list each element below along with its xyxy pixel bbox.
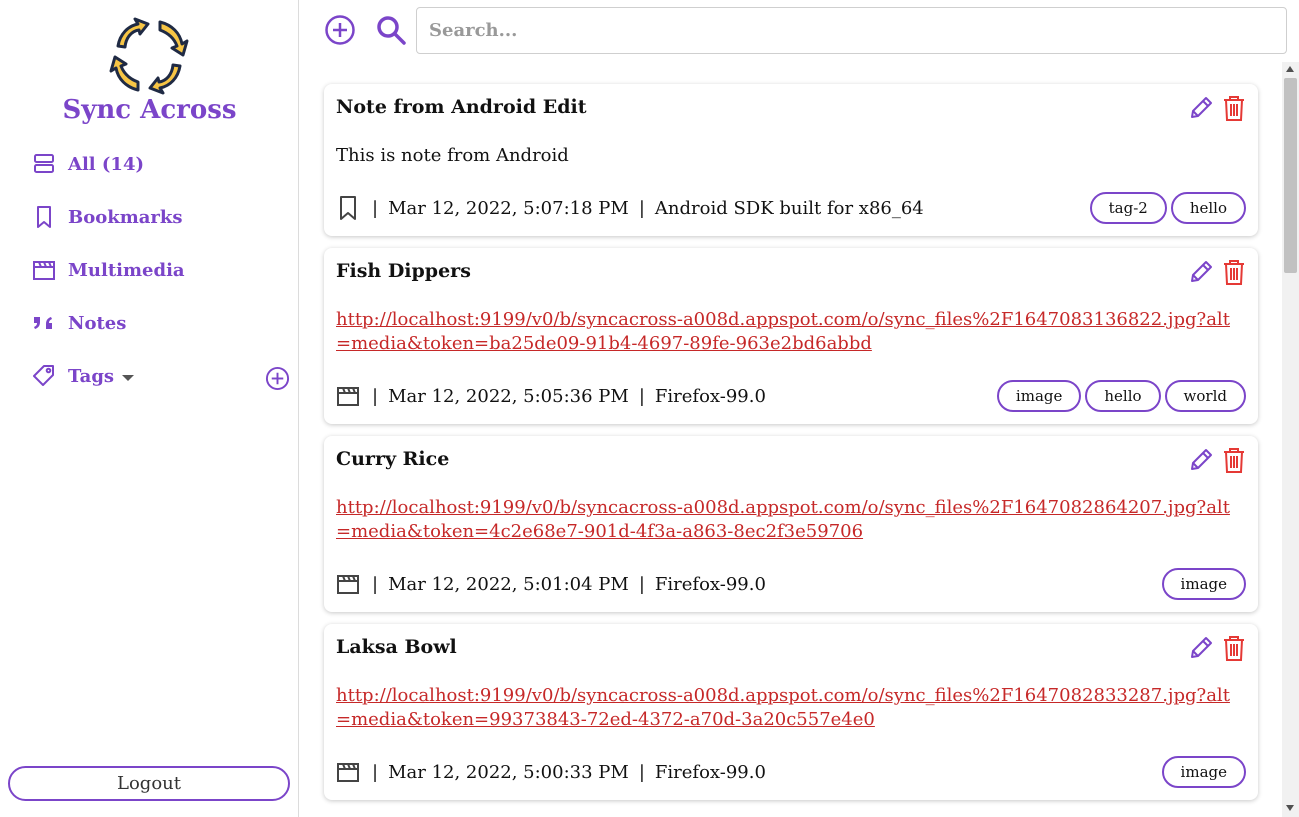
tag-chip[interactable]: hello — [1085, 380, 1161, 412]
item-card: Curry Rice http://localhost:9199/v0/b/sy… — [324, 436, 1258, 612]
item-device: Firefox-99.0 — [654, 573, 766, 595]
pencil-icon[interactable] — [1188, 635, 1214, 661]
scroll-down-icon[interactable] — [1286, 805, 1294, 811]
item-list: Note from Android Edit This is note from… — [312, 62, 1282, 817]
sidebar-item-multimedia[interactable]: Multimedia — [30, 255, 185, 285]
scrollbar[interactable] — [1282, 62, 1299, 817]
sidebar-item-bookmarks[interactable]: Bookmarks — [30, 202, 183, 232]
tag-chip[interactable]: image — [1161, 568, 1246, 600]
item-tags: tag-2 hello — [1089, 192, 1246, 224]
clapperboard-icon — [336, 759, 360, 785]
quote-icon — [30, 309, 58, 337]
item-card: Fish Dippers http://localhost:9199/v0/b/… — [324, 248, 1258, 424]
pencil-icon[interactable] — [1188, 259, 1214, 285]
app-title: Sync Across — [62, 95, 237, 125]
chevron-down-icon[interactable] — [122, 374, 135, 381]
scroll-up-icon[interactable] — [1286, 66, 1294, 72]
item-date: Mar 12, 2022, 5:05:36 PM — [388, 385, 629, 407]
clapperboard-icon — [30, 256, 58, 284]
item-title: Laksa Bowl — [336, 636, 457, 658]
logout-button[interactable]: Logout — [8, 766, 290, 801]
sidebar-item-label: Bookmarks — [68, 206, 183, 228]
sidebar-item-tags[interactable]: Tags — [30, 361, 135, 391]
item-card: Note from Android Edit This is note from… — [324, 84, 1258, 236]
item-body: This is note from Android — [336, 145, 569, 166]
trash-icon[interactable] — [1222, 94, 1246, 122]
trash-icon[interactable] — [1222, 258, 1246, 286]
add-tag-icon[interactable] — [265, 366, 290, 391]
tag-chip[interactable]: image — [1161, 756, 1246, 788]
sync-logo-icon — [109, 17, 189, 95]
sidebar-item-all[interactable]: All (14) — [30, 149, 144, 179]
item-meta: | Mar 12, 2022, 5:00:33 PM | Firefox-99.0 — [336, 756, 776, 788]
item-body: http://localhost:9199/v0/b/syncacross-a0… — [336, 308, 1241, 356]
item-body: http://localhost:9199/v0/b/syncacross-a0… — [336, 684, 1241, 732]
item-tags: image — [1161, 756, 1246, 788]
pencil-icon[interactable] — [1188, 95, 1214, 121]
trash-icon[interactable] — [1222, 634, 1246, 662]
bookmark-icon — [336, 195, 360, 221]
clapperboard-icon — [336, 571, 360, 597]
trash-icon[interactable] — [1222, 446, 1246, 474]
item-meta: | Mar 12, 2022, 5:05:36 PM | Firefox-99.0 — [336, 380, 776, 412]
item-title: Curry Rice — [336, 448, 450, 470]
media-link[interactable]: http://localhost:9199/v0/b/syncacross-a0… — [336, 685, 1230, 730]
item-card: Laksa Bowl http://localhost:9199/v0/b/sy… — [324, 624, 1258, 800]
item-title: Fish Dippers — [336, 260, 471, 282]
sidebar-item-label: Multimedia — [68, 259, 185, 281]
search-input[interactable] — [416, 7, 1287, 54]
item-title: Note from Android Edit — [336, 96, 587, 118]
scrollbar-thumb[interactable] — [1284, 78, 1297, 273]
tag-chip[interactable]: hello — [1170, 192, 1246, 224]
clapperboard-icon — [336, 383, 360, 409]
item-device: Firefox-99.0 — [654, 385, 766, 407]
media-link[interactable]: http://localhost:9199/v0/b/syncacross-a0… — [336, 309, 1230, 354]
sidebar-item-label: All (14) — [68, 153, 144, 175]
item-meta: | Mar 12, 2022, 5:01:04 PM | Firefox-99.0 — [336, 568, 776, 600]
item-date: Mar 12, 2022, 5:00:33 PM — [388, 761, 629, 783]
sidebar-item-label: Notes — [68, 312, 127, 334]
item-date: Mar 12, 2022, 5:01:04 PM — [388, 573, 629, 595]
tag-icon — [30, 362, 58, 390]
tag-chip[interactable]: image — [996, 380, 1082, 412]
sidebar-item-label: Tags — [68, 365, 115, 387]
tag-chip[interactable]: world — [1164, 380, 1246, 412]
item-date: Mar 12, 2022, 5:07:18 PM — [388, 197, 629, 219]
item-device: Android SDK built for x86_64 — [654, 197, 924, 219]
item-device: Firefox-99.0 — [654, 761, 766, 783]
bookmark-icon — [30, 203, 58, 231]
item-body: http://localhost:9199/v0/b/syncacross-a0… — [336, 496, 1241, 544]
stack-icon — [30, 150, 58, 178]
sidebar-item-notes[interactable]: Notes — [30, 308, 126, 338]
item-tags: image hello world — [996, 380, 1246, 412]
sidebar: Sync Across All (14) Bookmarks Multimedi… — [0, 0, 299, 817]
item-tags: image — [1161, 568, 1246, 600]
search-icon[interactable] — [375, 14, 407, 46]
tag-chip[interactable]: tag-2 — [1089, 192, 1167, 224]
pencil-icon[interactable] — [1188, 447, 1214, 473]
media-link[interactable]: http://localhost:9199/v0/b/syncacross-a0… — [336, 497, 1230, 542]
item-meta: | Mar 12, 2022, 5:07:18 PM | Android SDK bu… — [336, 192, 934, 224]
add-item-icon[interactable] — [324, 14, 356, 46]
